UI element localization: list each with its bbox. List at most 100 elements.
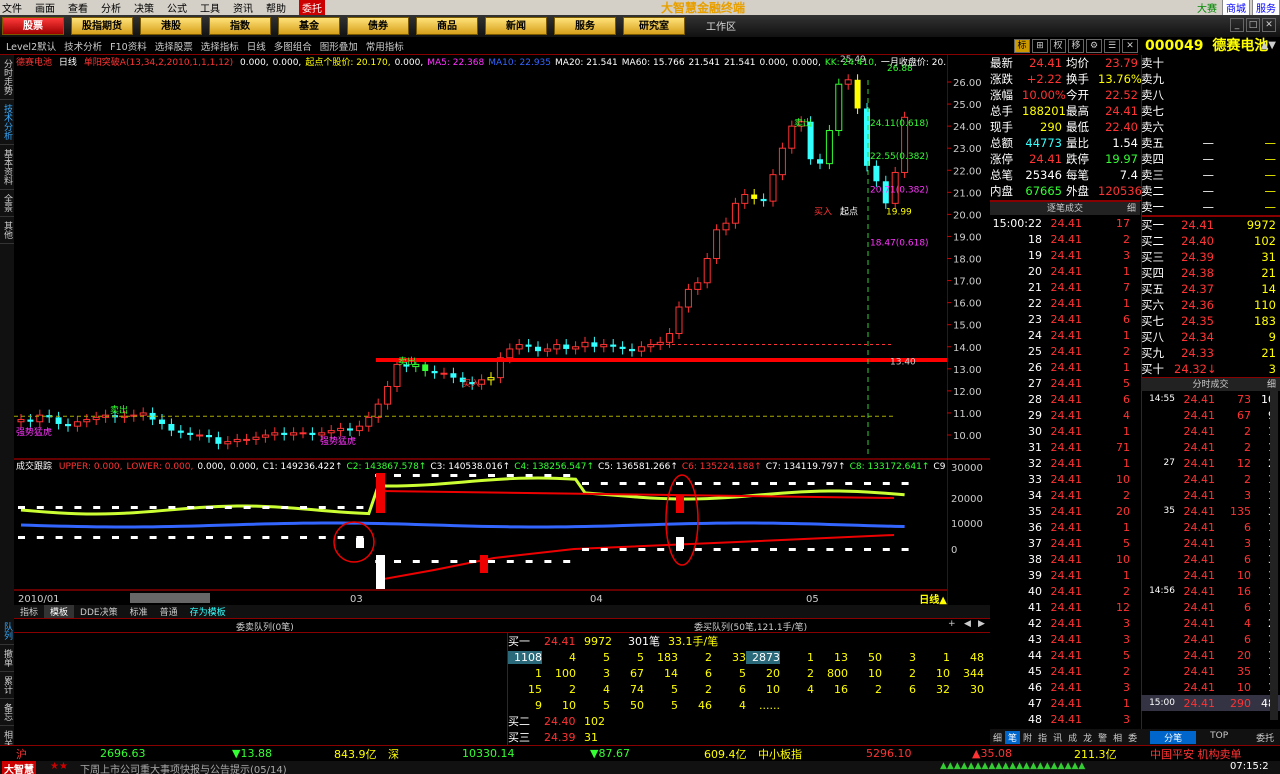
minimize-icon[interactable]: _ xyxy=(1230,18,1244,32)
chart-scrollbar[interactable] xyxy=(130,593,210,603)
menu-item[interactable]: 决策 xyxy=(134,0,154,15)
sell-level[interactable]: 卖九 xyxy=(1141,71,1280,87)
workspace-label[interactable]: 工作区 xyxy=(706,18,736,33)
news-ticker[interactable]: 中国平安 机构卖单 xyxy=(1150,746,1242,762)
toolbar-icon[interactable]: ⚙ xyxy=(1086,38,1102,53)
nav-button[interactable]: 港股 xyxy=(140,17,202,35)
menu-item[interactable]: 帮助 xyxy=(266,0,286,15)
sell-level[interactable]: 卖二 — — xyxy=(1141,183,1280,199)
indicator-tab[interactable]: DDE决策 xyxy=(74,605,124,618)
nav-button[interactable]: 股票 xyxy=(2,17,64,35)
small-tab[interactable]: TOP xyxy=(1196,731,1242,744)
toolbar-item[interactable]: 多图组合 xyxy=(274,39,312,53)
small-tab[interactable]: 相 xyxy=(1110,731,1125,744)
period-label[interactable]: 日线▲ xyxy=(919,593,947,606)
nav-button[interactable]: 债券 xyxy=(347,17,409,35)
left-tab[interactable]: 分时走势 xyxy=(0,55,14,100)
toolbar-item[interactable]: 常用指标 xyxy=(366,39,404,53)
nav-button[interactable]: 基金 xyxy=(278,17,340,35)
queue-tab[interactable]: 备忘 xyxy=(0,699,14,726)
nav-button[interactable]: 商品 xyxy=(416,17,478,35)
menu-item[interactable]: 画面 xyxy=(35,0,55,15)
small-tab[interactable]: 龙 xyxy=(1080,731,1095,744)
small-tab[interactable]: 讯 xyxy=(1050,731,1065,744)
buy-level[interactable]: 买三 24.39 31 xyxy=(1141,249,1280,265)
toolbar-item[interactable]: 选择股票 xyxy=(155,39,193,53)
indicator-tab[interactable]: 普通 xyxy=(154,605,184,618)
tick-list[interactable]: 逐笔成交 细 15:00:22 24.41 17 18 24.41 2 19 24.41 3 20… xyxy=(990,201,1140,729)
indicator-tab[interactable]: 模板 xyxy=(44,605,75,618)
sm-label[interactable]: 中小板指 xyxy=(758,746,802,762)
left-tab[interactable]: 其他 xyxy=(0,217,14,244)
small-tab[interactable]: 分笔 xyxy=(1150,730,1197,744)
menu-item[interactable]: 资讯 xyxy=(233,0,253,15)
menu-item[interactable]: 工具 xyxy=(200,0,220,15)
toolbar-item[interactable]: 日线 xyxy=(247,39,266,53)
top-link[interactable]: 大赛 xyxy=(1194,0,1220,15)
buy-level[interactable]: 买六 24.36 110 xyxy=(1141,297,1280,313)
toolbar-icon[interactable]: 权 xyxy=(1050,38,1066,53)
buy-level[interactable]: 买五 24.37 14 xyxy=(1141,281,1280,297)
news-text[interactable]: 下周上市公司重大事项快报与公告提示(05/14) xyxy=(80,761,287,774)
small-tab[interactable]: 附 xyxy=(1020,731,1035,744)
nav-button[interactable]: 服务 xyxy=(554,17,616,35)
sell-level[interactable]: 卖五 — — xyxy=(1141,135,1280,151)
left-tab[interactable]: 全景 xyxy=(0,190,14,217)
toolbar-item[interactable]: F10资料 xyxy=(110,39,147,53)
menu-item[interactable]: 查看 xyxy=(68,0,88,15)
minute-tick-list[interactable]: 分时成交 细 14:5524.41731024.4167924.412124.4… xyxy=(1141,377,1280,729)
tick-scrollbar[interactable] xyxy=(1270,390,1278,720)
menu-trade[interactable]: 委托 xyxy=(299,0,325,15)
toolbar-icon[interactable]: ☰ xyxy=(1104,38,1120,53)
toolbar-icon[interactable]: ✕ xyxy=(1122,38,1138,53)
nav-button[interactable]: 指数 xyxy=(209,17,271,35)
toolbar-item[interactable]: 技术分析 xyxy=(64,39,102,53)
nav-button[interactable]: 股指期货 xyxy=(71,17,133,35)
queue-add-icon[interactable]: + xyxy=(948,619,956,629)
toolbar-icon[interactable]: 移 xyxy=(1068,38,1084,53)
small-tab[interactable]: 指 xyxy=(1035,731,1050,744)
queue-next-icon[interactable]: ▶ xyxy=(978,619,985,629)
sell-level[interactable]: 卖一 — — xyxy=(1141,199,1280,215)
menu-item[interactable]: 分析 xyxy=(101,0,121,15)
restore-icon[interactable]: □ xyxy=(1246,18,1260,32)
left-tab[interactable]: 基本资料 xyxy=(0,145,14,190)
small-tab[interactable]: 成 xyxy=(1065,731,1080,744)
queue-tab[interactable]: 撤单 xyxy=(0,645,14,672)
queue-tab[interactable]: 队列 xyxy=(0,618,14,645)
buy-level[interactable]: 买十 24.32↓ 3 xyxy=(1141,361,1280,377)
chart-area[interactable]: 卖出 强势猛虎 强势猛虎 卖出 买入 卖出 买入 起点 26.88 24.11(0.618) 22.… xyxy=(14,55,968,606)
buy-level[interactable]: 买一 24.41 9972 xyxy=(1141,217,1280,233)
buy-level[interactable]: 买四 24.38 21 xyxy=(1141,265,1280,281)
sell-level[interactable]: 卖六 xyxy=(1141,119,1280,135)
nav-button[interactable]: 新闻 xyxy=(485,17,547,35)
small-tab[interactable]: 委 xyxy=(1125,731,1140,744)
sz-label[interactable]: 深 xyxy=(388,746,399,762)
small-tab[interactable]: 警 xyxy=(1095,731,1110,744)
menu-item[interactable]: 文件 xyxy=(2,0,22,15)
indicator-tab[interactable]: 标准 xyxy=(124,605,154,618)
small-tab[interactable]: 细 xyxy=(990,731,1005,744)
indicator-tab[interactable]: 指标 xyxy=(14,605,44,618)
indicator-tab[interactable]: 存为模板 xyxy=(184,605,232,618)
sh-label[interactable]: 沪 xyxy=(16,746,27,762)
sell-level[interactable]: 卖十 xyxy=(1141,55,1280,71)
tick-detail-button[interactable]: 细 xyxy=(1127,202,1136,216)
sell-level[interactable]: 卖八 xyxy=(1141,87,1280,103)
queue-tab[interactable]: 累计 xyxy=(0,672,14,699)
buy-level[interactable]: 买二 24.40 102 xyxy=(1141,233,1280,249)
star-icon[interactable]: ★★ xyxy=(50,761,68,772)
buy-level[interactable]: 买九 24.33 21 xyxy=(1141,345,1280,361)
close-icon[interactable]: ✕ xyxy=(1262,18,1276,32)
sell-level[interactable]: 卖四 — — xyxy=(1141,151,1280,167)
toolbar-item[interactable]: 图形叠加 xyxy=(320,39,358,53)
sell-level[interactable]: 卖七 xyxy=(1141,103,1280,119)
small-tab[interactable]: 委托 xyxy=(1242,731,1280,744)
sell-level[interactable]: 卖三 — — xyxy=(1141,167,1280,183)
toolbar-icon[interactable]: 标 xyxy=(1014,38,1030,53)
top-link[interactable]: 商城 xyxy=(1222,0,1250,15)
kline-chart[interactable]: 卖出强势猛虎强势猛虎卖出买入卖出买入 起点26.8824.11(0.618)22.… xyxy=(14,55,968,606)
nav-button[interactable]: 研究室 xyxy=(623,17,685,35)
buy-level[interactable]: 买七 24.35 183 xyxy=(1141,313,1280,329)
small-tab[interactable]: 笔 xyxy=(1005,730,1021,744)
